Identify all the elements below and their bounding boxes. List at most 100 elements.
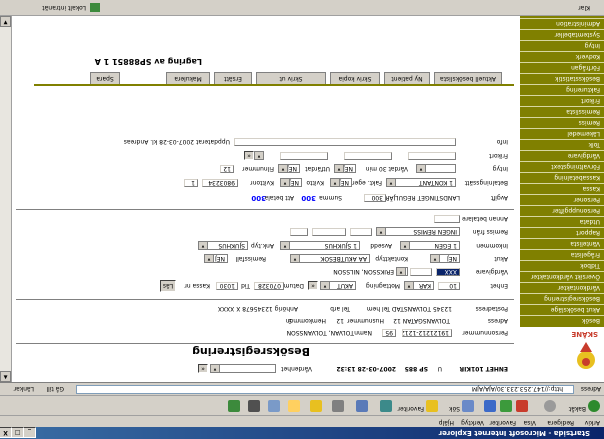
sidebar-item[interactable]: Översikt vårdkontakter: [520, 271, 604, 282]
chevron-down-icon[interactable]: ▾: [417, 165, 426, 172]
sidebar-item[interactable]: Remiss: [520, 117, 604, 128]
sidebar-item[interactable]: Rapport: [520, 227, 604, 238]
avgift-amount[interactable]: 300: [364, 194, 386, 202]
sidebar-item[interactable]: Förfrågan: [520, 62, 604, 73]
sidebar-item[interactable]: Utdata: [520, 216, 604, 227]
sidebar-item[interactable]: Remisslista: [520, 106, 604, 117]
datum-input[interactable]: 070328: [254, 282, 284, 290]
chevron-down-icon[interactable]: ▾: [291, 255, 300, 262]
tab-ny-patient[interactable]: Ny patient: [384, 72, 430, 84]
frikort-input-2[interactable]: [344, 152, 392, 160]
sidebar-item[interactable]: Administration: [520, 18, 604, 29]
sidebar-item[interactable]: Frikort: [520, 95, 604, 106]
kvitto-extra-input[interactable]: 1: [184, 179, 198, 187]
chevron-down-icon[interactable]: ▾: [281, 242, 290, 249]
sidebar-item[interactable]: Tidbok: [520, 260, 604, 271]
chevron-down-icon[interactable]: ▾: [321, 282, 330, 289]
tab-skriv-ut[interactable]: Skriv ut: [256, 72, 326, 84]
sidebar-item[interactable]: Tolk: [520, 139, 604, 150]
fakt-select[interactable]: NEJ ▾: [330, 178, 352, 187]
mottagning-lookup-button[interactable]: «: [308, 281, 318, 290]
stop-icon[interactable]: [516, 400, 528, 412]
discuss-icon[interactable]: [268, 400, 280, 412]
sidebar-item[interactable]: Kassabetalning: [520, 172, 604, 183]
close-button[interactable]: X: [0, 427, 12, 438]
info-input[interactable]: [234, 138, 456, 146]
tid-input[interactable]: 1030: [216, 282, 238, 290]
utfard-select-2[interactable]: NEJ ▾: [278, 164, 300, 173]
kontakttyp-select[interactable]: AA AKUTBESÖK ▾: [290, 254, 370, 263]
home-icon[interactable]: [484, 400, 496, 412]
sidebar-item[interactable]: Personuppgifter: [520, 205, 604, 216]
menu-favoriter[interactable]: Favoriter: [490, 419, 516, 426]
address-input[interactable]: http://147.253.233.30/AJA/AJM: [76, 385, 574, 394]
favorites-icon[interactable]: [426, 400, 438, 412]
go-button[interactable]: Gå till: [46, 385, 64, 392]
frikort-input-1[interactable]: [408, 152, 456, 160]
sidebar-item[interactable]: Fakturering: [520, 84, 604, 95]
back-icon[interactable]: [588, 400, 600, 412]
remissfall-select[interactable]: NEJ ▾: [204, 254, 228, 263]
maximize-button[interactable]: □: [11, 427, 24, 438]
minimize-button[interactable]: _: [23, 427, 36, 438]
messenger-icon[interactable]: [248, 400, 260, 412]
betalningssatt-select[interactable]: 1 KONTANT ▾: [386, 178, 456, 187]
favorites-button[interactable]: Favoriter: [398, 405, 424, 412]
remiss-extra-input-3[interactable]: [290, 228, 308, 236]
chevron-down-icon[interactable]: ▾: [279, 165, 288, 172]
remiss-extra-input-1[interactable]: [350, 228, 372, 236]
sidebar-item[interactable]: Besök: [520, 315, 604, 326]
chevron-down-icon[interactable]: ▾: [255, 152, 264, 159]
remiss-fran-select[interactable]: INGEN REMISS ▾: [376, 227, 460, 236]
chevron-down-icon[interactable]: ▾: [377, 228, 386, 235]
vardgivare-input[interactable]: XXX: [436, 268, 460, 276]
sidebar-item[interactable]: Vårdgivare: [520, 150, 604, 161]
tool-icon[interactable]: [228, 400, 240, 412]
menu-arkiv[interactable]: Arkiv: [585, 419, 600, 426]
tab-makulera[interactable]: Makulera: [166, 72, 210, 84]
vardenhet-select[interactable]: ▾: [210, 364, 276, 373]
chevron-down-icon[interactable]: ▾: [199, 242, 208, 249]
refresh-icon[interactable]: [500, 400, 512, 412]
links-button[interactable]: Länkar: [14, 385, 34, 392]
frikort-lookup-button[interactable]: «: [244, 151, 254, 160]
tab-skriv-kopia[interactable]: Skriv kopia: [330, 72, 380, 84]
akut-select[interactable]: NEJ ▾: [430, 254, 460, 263]
annan-betalare-input[interactable]: [434, 215, 460, 223]
forward-icon[interactable]: [544, 400, 556, 412]
sidebar-item[interactable]: Frågelista: [520, 249, 604, 260]
avsedd-select[interactable]: 1 SJUKHUS ▾: [280, 241, 360, 250]
sidebar-item[interactable]: Personer: [520, 194, 604, 205]
kvittonr-input[interactable]: 9803234: [202, 179, 238, 187]
sidebar-item[interactable]: Läkemedel: [520, 128, 604, 139]
tab-spara[interactable]: Spara: [90, 72, 120, 84]
sidebar-item[interactable]: Väntelista: [520, 238, 604, 249]
chevron-down-icon[interactable]: ▾: [331, 179, 340, 186]
sidebar-item[interactable]: Förvaltningstext: [520, 161, 604, 172]
utfard-select[interactable]: NEJ ▾: [334, 164, 356, 173]
sidebar-item[interactable]: Kassa: [520, 183, 604, 194]
chevron-down-icon[interactable]: ▾: [401, 242, 410, 249]
tab-aktuell-besokslista[interactable]: Aktuell besökslista: [434, 72, 502, 84]
las-button[interactable]: Läs: [160, 280, 176, 292]
mottagning-select[interactable]: AKUT ▾: [320, 281, 356, 290]
person-input[interactable]: 19121212-1212: [402, 329, 452, 337]
chevron-down-icon[interactable]: ▾: [335, 165, 344, 172]
vardenhet-lookup-button[interactable]: «: [198, 364, 208, 373]
intyg-select[interactable]: ▾: [416, 164, 456, 173]
search-button[interactable]: Sök: [449, 405, 460, 412]
back-button[interactable]: Bakåt: [569, 405, 586, 412]
chevron-down-icon[interactable]: ▾: [431, 255, 440, 262]
edit-icon[interactable]: [310, 400, 322, 412]
remiss-extra-input-2[interactable]: [312, 228, 346, 236]
scroll-down-icon[interactable]: ▼: [0, 16, 11, 27]
enhet-code-select[interactable]: KAR ▾: [404, 281, 434, 290]
ank-select[interactable]: SJUKHUS ▾: [198, 241, 248, 250]
frikort-select[interactable]: ▾: [254, 151, 264, 160]
chevron-down-icon[interactable]: ▾: [387, 179, 396, 186]
chevron-down-icon[interactable]: ▾: [397, 268, 406, 275]
history-icon[interactable]: [380, 400, 392, 412]
menu-hjalp[interactable]: Hjälp: [439, 419, 454, 426]
sidebar-item[interactable]: Intyg: [520, 40, 604, 51]
vertical-scrollbar[interactable]: ▲ ▼: [0, 16, 12, 382]
